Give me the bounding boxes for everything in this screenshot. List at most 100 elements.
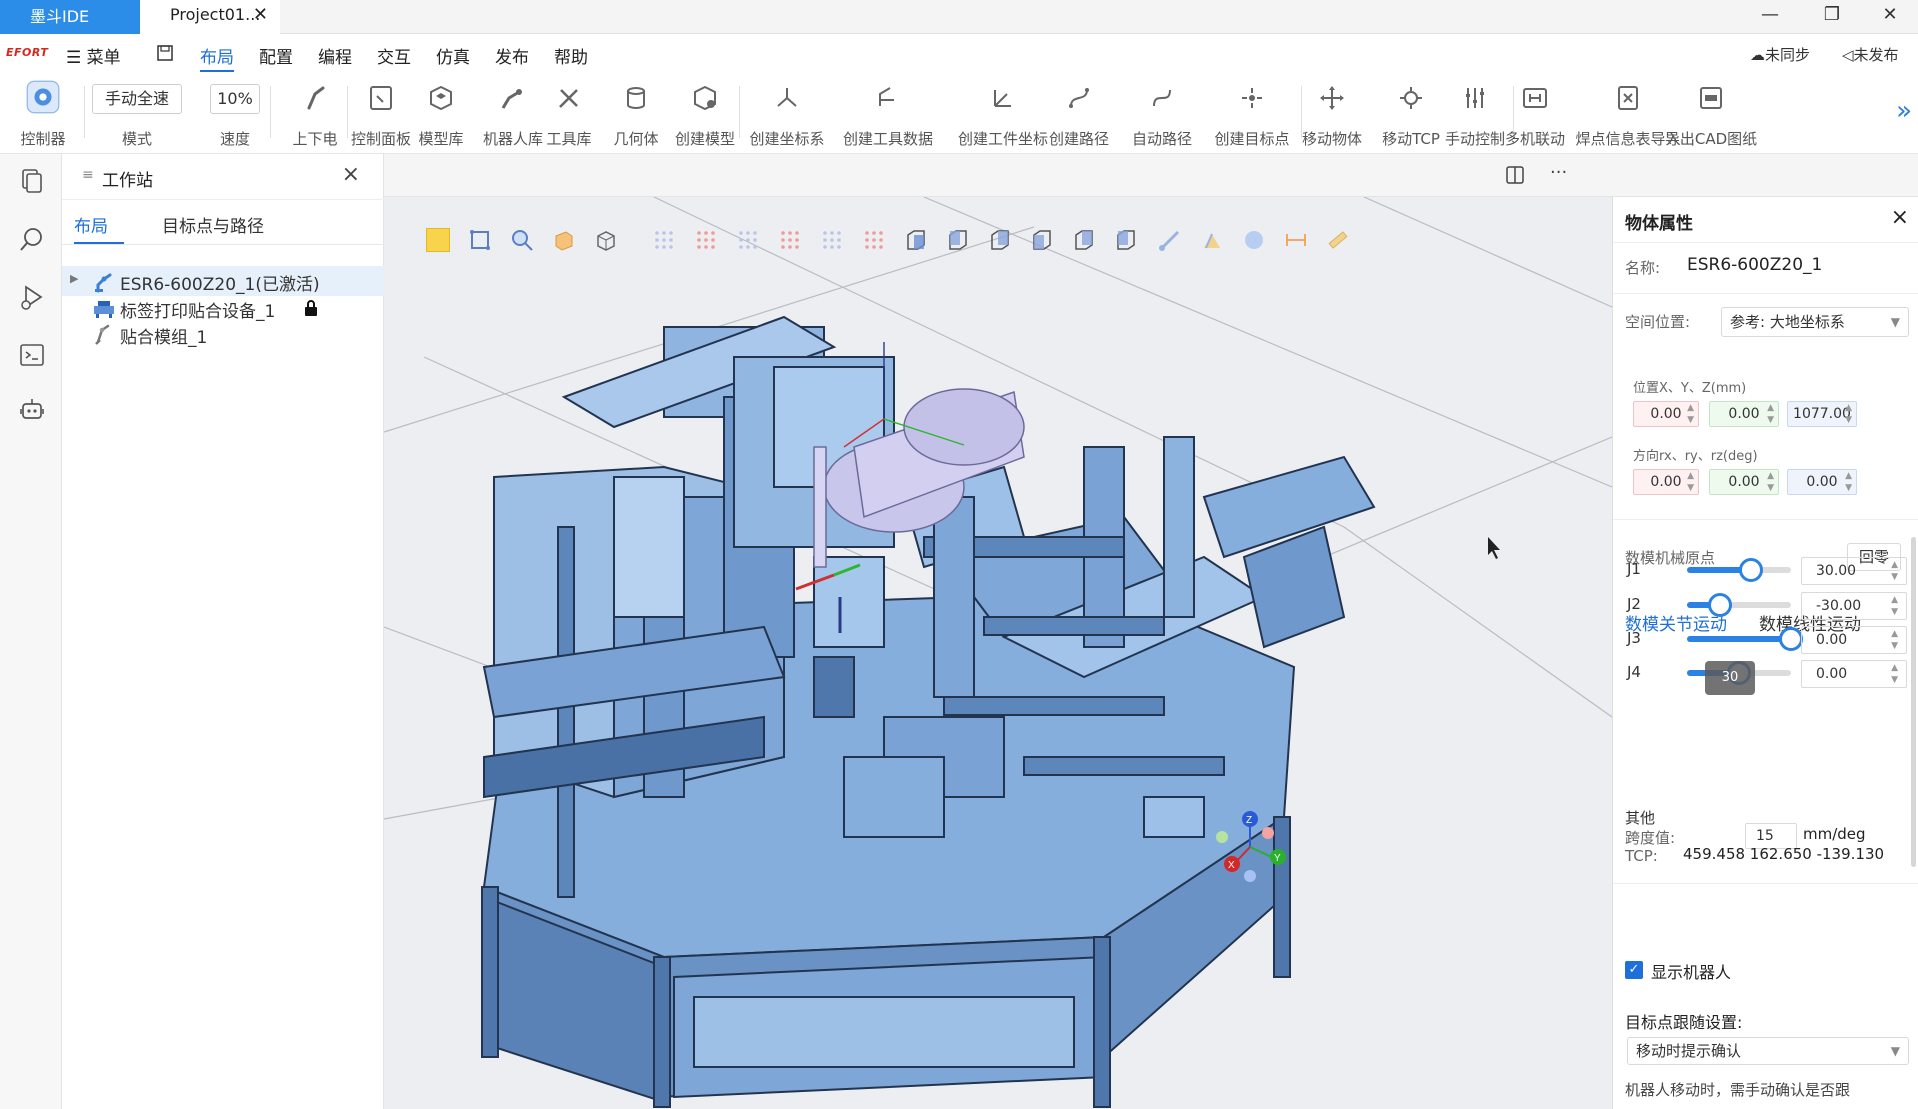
measure-distance-icon[interactable] (1284, 228, 1308, 252)
restore-button[interactable]: ❐ (1804, 0, 1860, 34)
menu-config[interactable]: 配置 (259, 43, 293, 68)
zoom-select-icon[interactable] (510, 228, 534, 252)
snap-center-icon[interactable] (736, 228, 760, 252)
window-close-button[interactable]: ✕ (1862, 0, 1918, 34)
more-options-icon[interactable]: ··· (1550, 162, 1567, 183)
tree-item-module[interactable]: 贴合模组_1 (62, 319, 384, 349)
model-library-tool[interactable]: 模型库 (410, 74, 472, 154)
measure-angle-icon[interactable] (1200, 228, 1224, 252)
control-panel-tool[interactable]: 控制面板 (344, 74, 418, 154)
tree-item-robot[interactable]: ▶ ESR6-600Z20_1(已激活) (62, 266, 384, 296)
run-debug-icon[interactable] (19, 284, 45, 310)
joint-value-input[interactable]: 0.00 ▲ ▼ (1801, 660, 1907, 688)
create-model-tool[interactable]: 创建模型 (674, 74, 736, 154)
tab-layout[interactable]: 布局 (74, 212, 108, 237)
spinner-icon[interactable]: ▲ ▼ (1687, 470, 1694, 494)
joint-slider-handle[interactable] (1739, 558, 1764, 582)
app-tab[interactable]: 墨斗IDE (0, 0, 140, 34)
spinner-icon[interactable]: ▲ ▼ (1767, 402, 1774, 426)
move-tcp-tool[interactable]: 移动TCP (1380, 74, 1442, 154)
close-panel-icon[interactable]: × (342, 162, 360, 187)
measure-line-icon[interactable] (1158, 228, 1182, 252)
view-top-icon[interactable] (1114, 228, 1138, 252)
lock-icon[interactable] (304, 300, 318, 316)
files-icon[interactable] (19, 168, 45, 194)
tool-library-tool[interactable]: 工具库 (538, 74, 600, 154)
reference-frame-select[interactable]: 参考: 大地坐标系 ▼ (1721, 307, 1909, 337)
joint-slider[interactable] (1687, 627, 1803, 651)
snap-face-icon[interactable] (820, 228, 844, 252)
main-menu-button[interactable]: ☰ 菜单 (66, 43, 121, 68)
close-tab-icon[interactable]: ✕ (253, 0, 268, 30)
target-follow-select[interactable]: 移动时提示确认 ▼ (1627, 1037, 1909, 1065)
position-x-input[interactable]: 0.00 ▲ ▼ (1633, 401, 1699, 427)
geometry-tool[interactable]: 几何体 (608, 74, 664, 154)
joint-value-input[interactable]: 30.00 ▲ ▼ (1801, 557, 1907, 585)
solid-view-icon[interactable] (552, 228, 576, 252)
create-target-tool[interactable]: 创建目标点 (1206, 74, 1298, 154)
view-back-icon[interactable] (988, 228, 1012, 252)
sync-status[interactable]: ☁未同步 (1750, 44, 1810, 65)
view-front-icon[interactable] (946, 228, 970, 252)
export-cad-tool[interactable]: 导出CAD图纸 (1658, 74, 1764, 154)
orientation-rz-input[interactable]: 0.00 ▲ ▼ (1787, 469, 1857, 495)
menu-help[interactable]: 帮助 (554, 43, 588, 68)
view-iso-icon[interactable] (904, 228, 928, 252)
joint-value-input[interactable]: -30.00 ▲ ▼ (1801, 592, 1907, 620)
create-workobject-tool[interactable]: 创建工件坐标 (950, 74, 1056, 154)
spinner-icon[interactable]: ▲ ▼ (1845, 402, 1852, 426)
orientation-ry-input[interactable]: 0.00 ▲ ▼ (1709, 469, 1779, 495)
position-y-input[interactable]: 0.00 ▲ ▼ (1709, 401, 1779, 427)
orientation-rx-input[interactable]: 0.00 ▲ ▼ (1633, 469, 1699, 495)
create-path-tool[interactable]: 创建路径 (1046, 74, 1112, 154)
3d-viewport[interactable]: Z Y X (384, 197, 1612, 1109)
properties-scrollbar[interactable] (1911, 537, 1916, 867)
spinner-icon[interactable]: ▲ ▼ (1891, 559, 1898, 583)
menu-publish[interactable]: 发布 (495, 43, 529, 68)
spinner-icon[interactable]: ▲ ▼ (1687, 402, 1694, 426)
position-z-input[interactable]: 1077.00 ▲ ▼ (1787, 401, 1857, 427)
publish-status[interactable]: ◁未发布 (1842, 44, 1899, 65)
measure-circle-icon[interactable] (1242, 228, 1266, 252)
create-frame-tool[interactable]: 创建坐标系 (742, 74, 832, 154)
ruler-icon[interactable] (1326, 228, 1350, 252)
show-robot-checkbox[interactable]: ✓ (1625, 961, 1643, 979)
snap-edge-icon[interactable] (778, 228, 802, 252)
spinner-icon[interactable]: ▲ ▼ (1767, 470, 1774, 494)
menu-interaction[interactable]: 交互 (377, 43, 411, 68)
select-mode-icon[interactable] (426, 228, 450, 252)
menu-simulation[interactable]: 仿真 (436, 43, 470, 68)
snap-vertex-icon[interactable] (694, 228, 718, 252)
project-tab[interactable]: Project01... ✕ (140, 0, 280, 34)
joint-slider-handle[interactable] (1779, 627, 1803, 651)
multi-robot-tool[interactable]: 多机联动 (1500, 74, 1570, 154)
close-properties-icon[interactable]: × (1891, 205, 1909, 230)
snap-object-icon[interactable] (862, 228, 886, 252)
move-object-tool[interactable]: 移动物体 (1296, 74, 1368, 154)
terminal-icon[interactable] (19, 342, 45, 368)
scene-canvas[interactable]: Z Y X (384, 197, 1612, 1109)
view-right-icon[interactable] (1072, 228, 1096, 252)
spinner-icon[interactable]: ▲ ▼ (1891, 628, 1898, 652)
joint-slider-handle[interactable] (1708, 593, 1733, 617)
split-view-icon[interactable] (1506, 166, 1524, 184)
search-icon[interactable] (19, 226, 45, 252)
panel-menu-icon[interactable]: ≡ (82, 167, 94, 183)
joint-value-input[interactable]: 0.00 ▲ ▼ (1801, 626, 1907, 654)
wireframe-view-icon[interactable] (594, 228, 618, 252)
create-tool-data-tool[interactable]: 创建工具数据 (836, 74, 940, 154)
joint-slider[interactable] (1687, 593, 1791, 617)
expand-arrow-icon[interactable]: ▶ (70, 272, 78, 285)
menu-layout[interactable]: 布局 (200, 43, 234, 72)
view-left-icon[interactable] (1030, 228, 1054, 252)
more-tools-icon[interactable]: » (1896, 96, 1912, 126)
robot-icon[interactable] (19, 396, 45, 422)
spinner-icon[interactable]: ▲ ▼ (1891, 662, 1898, 686)
box-select-icon[interactable] (468, 228, 492, 252)
joint-slider[interactable] (1687, 558, 1791, 582)
spinner-icon[interactable]: ▲ ▼ (1891, 594, 1898, 618)
controller-tool[interactable]: 控制器 (10, 74, 76, 154)
save-icon[interactable] (157, 45, 173, 61)
minimize-button[interactable]: — (1742, 0, 1798, 34)
power-tool[interactable]: 上下电 (286, 74, 344, 154)
